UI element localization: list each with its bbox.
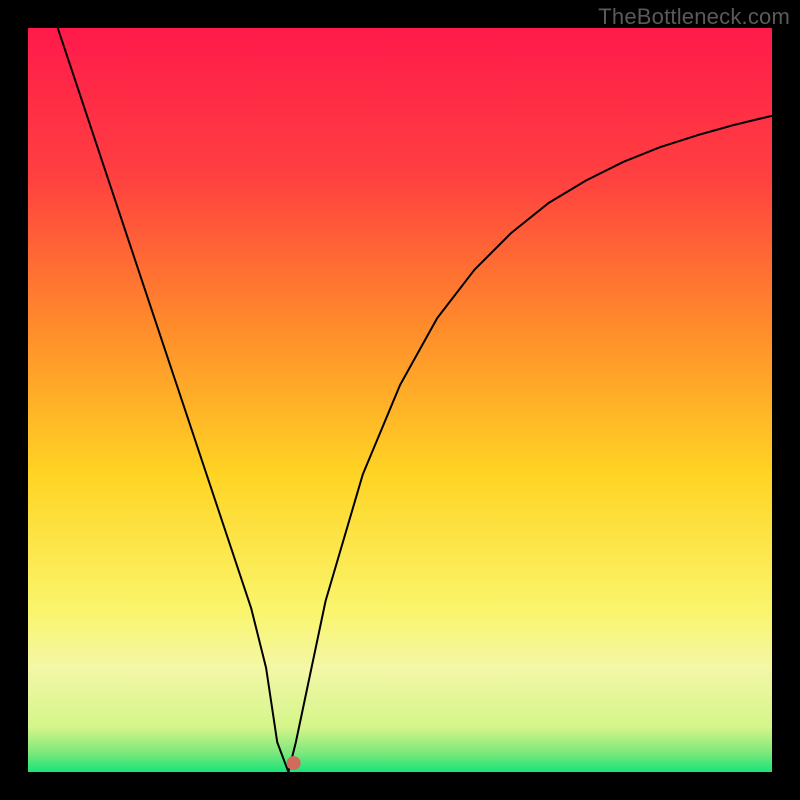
optimal-point-marker: [287, 756, 301, 770]
watermark-text: TheBottleneck.com: [598, 4, 790, 30]
chart-svg: [28, 28, 772, 772]
plot-area: [28, 28, 772, 772]
gradient-background: [28, 28, 772, 772]
chart-container: TheBottleneck.com: [0, 0, 800, 800]
